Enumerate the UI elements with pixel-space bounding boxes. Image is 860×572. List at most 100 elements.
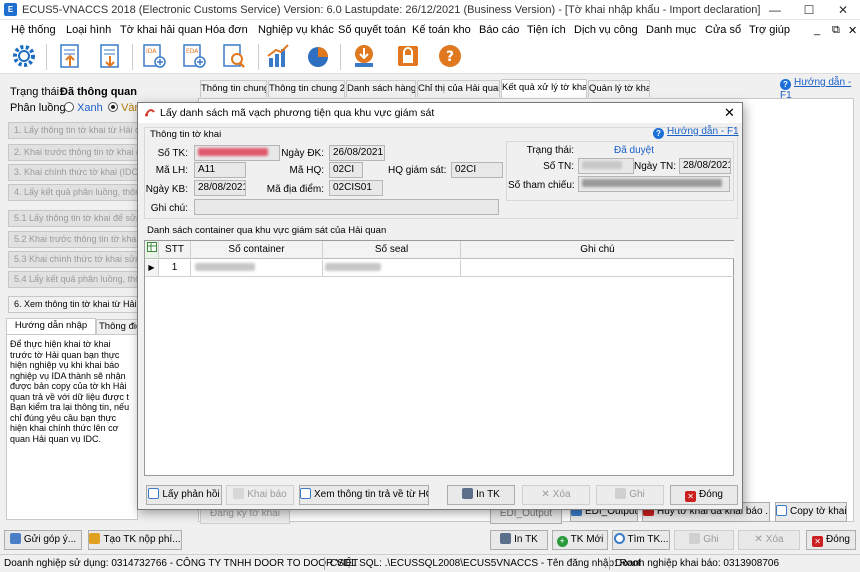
dialog-title: Lấy danh sách mã vạch phương tiện qua kh…: [160, 107, 435, 119]
eda-add-icon[interactable]: EDA: [180, 42, 208, 70]
maximize-button[interactable]: ☐: [792, 0, 826, 20]
export-doc-icon[interactable]: [96, 42, 124, 70]
tab-thong-tin-chung-2[interactable]: Thông tin chung 2: [268, 80, 345, 97]
lock-icon[interactable]: [394, 42, 422, 70]
cell-so-container[interactable]: [191, 260, 323, 277]
step-5-1-button[interactable]: 5.1 Lấy thông tin tờ khai để sửa: [8, 210, 138, 227]
tab-thong-tin-chung[interactable]: Thông tin chung: [200, 80, 267, 97]
menu-nghiep-vu[interactable]: Nghiệp vụ khác: [258, 24, 334, 36]
step-1-button[interactable]: 1. Lấy thông tin tờ khai từ Hải qu: [8, 122, 138, 139]
cell-ghi-chu[interactable]: [461, 260, 734, 277]
radio-yellow-circle[interactable]: [108, 102, 118, 112]
step-4-button[interactable]: 4. Lấy kết quả phân luồng, thông: [8, 184, 138, 201]
menu-tien-ich[interactable]: Tiện ích: [527, 24, 566, 36]
tab-thong-diep[interactable]: Thông điệ: [96, 319, 138, 334]
menu-so-quyet-toan[interactable]: Số quyết toán: [338, 24, 406, 36]
download-icon[interactable]: [350, 42, 378, 70]
ngay-tn-field[interactable]: 28/08/2021: [679, 158, 731, 174]
container-grid: STT Số container Số seal Ghi chú ▶ 1: [144, 240, 734, 476]
tab-huong-dan[interactable]: Hướng dẫn nhập liệu: [6, 318, 96, 345]
cell-so-seal[interactable]: [323, 260, 461, 277]
tao-tk-label: Tạo TK nộp phí...: [103, 534, 181, 545]
help-icon[interactable]: ?: [436, 42, 464, 70]
radio-green-circle[interactable]: [64, 102, 74, 112]
step-3-button[interactable]: 3. Khai chính thức tờ khai (IDC): [8, 164, 138, 181]
khai-bao-button[interactable]: Khai báo: [226, 485, 294, 505]
close-window-button[interactable]: ✕: [826, 0, 860, 20]
cell-stt[interactable]: 1: [159, 260, 191, 277]
mdi-restore-icon[interactable]: ⧉: [832, 24, 840, 37]
ma-lh-field[interactable]: A11: [194, 162, 246, 178]
tao-tk-nop-phi-button[interactable]: Tạo TK nộp phí...: [88, 530, 182, 550]
ngay-dk-field[interactable]: 26/08/2021: [329, 145, 385, 161]
menu-he-thong[interactable]: Hệ thống: [11, 24, 56, 36]
pie-chart-icon[interactable]: [304, 42, 332, 70]
ma-hq-field[interactable]: 02CI: [329, 162, 363, 178]
menu-ke-toan-kho[interactable]: Kế toán kho: [412, 24, 471, 36]
dialog-help-link[interactable]: ? Hướng dẫn - F1: [653, 126, 739, 139]
so-tham-chieu-field[interactable]: [578, 176, 730, 192]
so-tn-field[interactable]: [578, 158, 634, 174]
app-icon: E: [4, 3, 17, 16]
mdi-close-icon[interactable]: ✕: [848, 24, 857, 37]
ma-dia-diem-label: Mã địa điểm:: [266, 184, 324, 195]
lay-phan-hoi-button[interactable]: Lấy phản hồi: [146, 485, 222, 505]
menu-dich-vu-cong[interactable]: Dịch vụ công: [574, 24, 638, 36]
ghi-dialog-label: Ghi: [629, 489, 645, 500]
svg-text:IDA: IDA: [146, 48, 157, 55]
xoa-button[interactable]: ✕ Xóa: [738, 530, 800, 550]
tk-moi-button[interactable]: + TK Mới: [552, 530, 608, 550]
seal-redacted: [325, 263, 381, 272]
radio-green[interactable]: Xanh: [64, 102, 103, 114]
step-5-3-button[interactable]: 5.3 Khai chính thức tờ khai sửa: [8, 251, 138, 268]
step-5-2-button[interactable]: 5.2 Khai trước thông tin tờ khai s: [8, 231, 138, 248]
xoa-dialog-button[interactable]: ✕ Xóa: [522, 485, 590, 505]
step-2-button[interactable]: 2. Khai trước thông tin tờ khai (ID: [8, 144, 138, 161]
in-tk-button[interactable]: In TK: [490, 530, 548, 550]
tim-tk-button[interactable]: Tìm TK...: [612, 530, 670, 550]
col-ghi-chu: Ghi chú: [461, 241, 734, 259]
row-selector-arrow-icon[interactable]: ▶: [145, 260, 159, 277]
menu-to-khai[interactable]: Tờ khai hải quan: [120, 24, 202, 36]
step-6-button[interactable]: 6. Xem thông tin tờ khai từ Hải qu: [8, 296, 138, 313]
gear-icon[interactable]: [10, 42, 38, 70]
ghi-chu-field[interactable]: [194, 199, 499, 215]
menu-danh-muc[interactable]: Danh mục: [646, 24, 696, 36]
tab-ket-qua-xu-ly[interactable]: Kết quả xử lý tờ khai: [501, 79, 587, 98]
ma-dia-diem-field[interactable]: 02CIS01: [329, 180, 383, 196]
tab-quan-ly-to-khai[interactable]: Quản lý tờ khai: [588, 80, 650, 97]
ghi-dialog-button[interactable]: Ghi: [596, 485, 664, 505]
menu-hoa-don[interactable]: Hóa đơn: [205, 24, 248, 36]
dong-dialog-button[interactable]: ✕ Đóng: [670, 485, 738, 505]
ngay-kb-field[interactable]: 28/08/2021: [194, 180, 246, 196]
ghi-button[interactable]: Ghi: [674, 530, 734, 550]
in-tk-dialog-button[interactable]: In TK: [447, 485, 515, 505]
step-5-4-button[interactable]: 5.4 Lấy kết quả phân luồng, thôn: [8, 271, 138, 288]
bar-chart-icon[interactable]: [264, 42, 292, 70]
mdi-minimize-icon[interactable]: _: [814, 24, 820, 36]
trang-thai-label: Trạng thái:: [526, 145, 574, 156]
menu-tro-giup[interactable]: Trợ giúp: [749, 24, 790, 36]
in-tk-label: In TK: [514, 534, 538, 545]
container-redacted: [195, 263, 255, 272]
grid-corner-icon: [145, 241, 159, 259]
menu-loai-hinh[interactable]: Loại hình: [66, 24, 111, 36]
dong-button[interactable]: ✕ Đóng: [806, 530, 856, 550]
menu-bao-cao[interactable]: Báo cáo: [479, 24, 519, 36]
so-tk-field[interactable]: [194, 145, 280, 161]
dong-label: Đóng: [826, 534, 850, 545]
dialog-close-icon[interactable]: ✕: [724, 105, 735, 121]
ida-add-icon[interactable]: IDA: [140, 42, 168, 70]
minimize-button[interactable]: —: [758, 0, 792, 20]
tab-danh-sach-hang[interactable]: Danh sách hàng: [346, 80, 416, 97]
copy-to-khai-button[interactable]: Copy tờ khai: [775, 502, 847, 522]
ma-lh-label: Mã LH:: [155, 165, 188, 176]
gop-y-button[interactable]: Gửi góp ý...: [4, 530, 82, 550]
import-doc-icon[interactable]: [56, 42, 84, 70]
menu-cua-so[interactable]: Cửa sổ: [705, 24, 741, 36]
tab-chi-thi[interactable]: Chỉ thị của Hải quan: [417, 80, 500, 97]
hq-giam-sat-field[interactable]: 02CI: [451, 162, 503, 178]
search-doc-icon[interactable]: [220, 42, 248, 70]
radio-yellow[interactable]: Vàn: [108, 102, 141, 114]
xem-thong-tin-button[interactable]: Xem thông tin trả về từ HQ...: [299, 485, 429, 505]
